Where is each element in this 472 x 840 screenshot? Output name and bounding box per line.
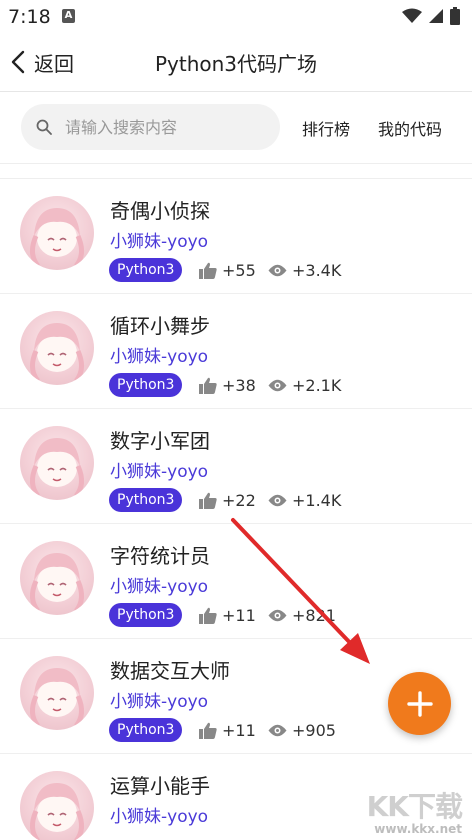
eye-icon <box>268 494 287 506</box>
views-count: +1.4K <box>268 488 341 512</box>
views-value: +905 <box>292 720 336 740</box>
thumbs-up-icon <box>199 722 217 739</box>
likes-value: +11 <box>222 720 256 740</box>
search-box[interactable] <box>21 104 280 150</box>
likes-value: +11 <box>222 605 256 625</box>
views-count: +821 <box>268 603 336 627</box>
item-author[interactable]: 小狮妹-yoyo <box>110 457 208 482</box>
item-title: 运算小能手 <box>110 774 210 798</box>
list-item[interactable]: 循环小舞步 小狮妹-yoyo Python3 +38 +2.1K <box>0 294 472 409</box>
avatar <box>20 311 94 385</box>
thumbs-up-icon <box>199 377 217 394</box>
watermark: KK下载 www.kkx.net <box>366 790 463 837</box>
item-author[interactable]: 小狮妹-yoyo <box>110 227 208 252</box>
thumbs-up-icon <box>199 262 217 279</box>
views-value: +821 <box>292 605 336 625</box>
language-tag: Python3 <box>109 488 183 512</box>
list-item[interactable]: 奇偶小侦探 小狮妹-yoyo Python3 +55 +3.4K <box>0 179 472 294</box>
views-value: +3.4K <box>292 260 342 280</box>
thumbs-up-icon <box>199 492 217 509</box>
language-tag: Python3 <box>109 718 183 742</box>
item-title: 字符统计员 <box>110 544 210 568</box>
avatar <box>20 426 94 500</box>
search-icon <box>36 119 52 135</box>
likes-count: +11 <box>199 603 256 627</box>
avatar <box>20 771 94 840</box>
wifi-icon <box>402 8 422 23</box>
eye-icon <box>268 264 287 276</box>
likes-count: +38 <box>199 373 256 397</box>
views-count: +3.4K <box>268 258 341 282</box>
add-code-button[interactable] <box>388 672 451 735</box>
signal-icon <box>429 9 443 23</box>
likes-value: +55 <box>222 260 256 280</box>
item-title: 循环小舞步 <box>110 314 210 338</box>
language-tag: Python3 <box>109 603 183 627</box>
item-title: 数据交互大师 <box>110 659 230 683</box>
views-value: +2.1K <box>292 375 342 395</box>
item-author[interactable]: 小狮妹-yoyo <box>110 572 208 597</box>
plus-icon <box>406 690 433 717</box>
search-input[interactable] <box>65 117 255 137</box>
status-bar: 7:18 A <box>0 0 472 34</box>
page-title: Python3代码广场 <box>154 52 318 76</box>
language-tag: Python3 <box>109 373 183 397</box>
eye-icon <box>268 724 287 736</box>
language-tag: Python3 <box>109 258 183 282</box>
views-count: +2.1K <box>268 373 341 397</box>
ranking-link[interactable]: 排行榜 <box>302 116 350 140</box>
nav-bar: 返回 Python3代码广场 <box>0 34 472 92</box>
search-row: 排行榜 我的代码 <box>0 92 472 164</box>
views-count: +905 <box>268 718 336 742</box>
item-title: 奇偶小侦探 <box>110 199 210 223</box>
my-code-link[interactable]: 我的代码 <box>378 116 442 140</box>
avatar <box>20 656 94 730</box>
likes-value: +22 <box>222 490 256 510</box>
notification-badge-icon: A <box>62 9 75 23</box>
eye-icon <box>268 379 287 391</box>
views-value: +1.4K <box>292 490 342 510</box>
eye-icon <box>268 609 287 621</box>
thumbs-up-icon <box>199 607 217 624</box>
item-title: 数字小军团 <box>110 429 210 453</box>
code-list: 奇偶小侦探 小狮妹-yoyo Python3 +55 +3.4K 循环小舞步 小… <box>0 178 472 840</box>
likes-count: +22 <box>199 488 256 512</box>
item-author[interactable]: 小狮妹-yoyo <box>110 687 208 712</box>
watermark-brand: KK下载 <box>366 790 463 823</box>
watermark-url: www.kkx.net <box>374 822 462 836</box>
status-icons <box>402 6 460 26</box>
avatar <box>20 196 94 270</box>
avatar <box>20 541 94 615</box>
item-author[interactable]: 小狮妹-yoyo <box>110 802 208 827</box>
status-time: 7:18 <box>8 6 51 28</box>
likes-count: +55 <box>199 258 256 282</box>
likes-value: +38 <box>222 375 256 395</box>
battery-icon <box>450 7 460 25</box>
list-item[interactable]: 数字小军团 小狮妹-yoyo Python3 +22 +1.4K <box>0 409 472 524</box>
likes-count: +11 <box>199 718 256 742</box>
list-item[interactable]: 字符统计员 小狮妹-yoyo Python3 +11 +821 <box>0 524 472 639</box>
item-author[interactable]: 小狮妹-yoyo <box>110 342 208 367</box>
